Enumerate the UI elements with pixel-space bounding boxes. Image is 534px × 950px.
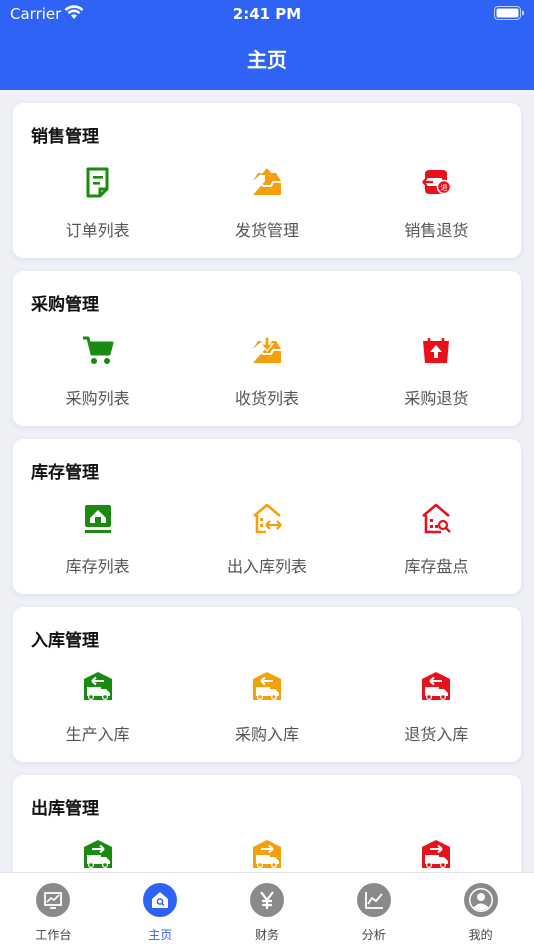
section-items: 采购列表 收货列表 采购退货 (13, 333, 521, 418)
tab-bar: 工作台 主页 财务 分析 我的 (0, 872, 534, 950)
truck-out-icon (419, 837, 453, 871)
shipping-tray-icon (250, 165, 284, 199)
tab-workbench[interactable]: 工作台 (0, 873, 107, 950)
menu-item-label: 退货入库 (404, 725, 469, 744)
truck-out-icon (250, 837, 284, 871)
menu-item-label: 库存盘点 (404, 557, 469, 576)
profile-icon (463, 883, 498, 917)
tab-label: 财务 (254, 928, 279, 942)
section-items (13, 837, 521, 872)
truck-in-icon (250, 669, 284, 703)
menu-item-label: 订单列表 (65, 221, 130, 240)
battery-icon (494, 6, 524, 20)
app-root: Carrier 2:41 PM 主页 销售管理订单列表 发货管理 退销售退货采购管理… (0, 0, 534, 950)
section-items: 订单列表 发货管理 退销售退货 (13, 165, 521, 250)
menu-item[interactable] (352, 837, 521, 872)
menu-item[interactable] (13, 837, 182, 872)
section-items: 库存列表 出入库列表 库存盘点 (13, 501, 521, 586)
home-icon (143, 883, 178, 917)
page-title: 主页 (247, 48, 287, 72)
warehouse-transfer-icon (250, 501, 284, 535)
truck-in-icon (81, 669, 115, 703)
menu-item[interactable]: 发货管理 (182, 165, 351, 250)
order-list-icon (81, 165, 115, 199)
menu-item[interactable]: 采购入库 (182, 669, 351, 754)
section-card: 库存管理库存列表 出入库列表 库存盘点 (13, 439, 521, 594)
menu-item-label: 收货列表 (234, 389, 299, 408)
menu-item-label: 出入库列表 (226, 557, 307, 576)
warehouse-list-icon (81, 501, 115, 535)
section-items: 生产入库 采购入库 退货入库 (13, 669, 521, 754)
menu-item-label: 发货管理 (234, 221, 299, 240)
menu-item[interactable]: 收货列表 (182, 333, 351, 418)
menu-item[interactable]: 退货入库 (352, 669, 521, 754)
menu-item[interactable]: 退销售退货 (352, 165, 521, 250)
menu-item-label: 采购列表 (65, 389, 130, 408)
analysis-chart-icon (356, 883, 391, 917)
status-bar: Carrier 2:41 PM (0, 0, 534, 28)
menu-item[interactable]: 出入库列表 (182, 501, 351, 586)
menu-item-label: 库存列表 (65, 557, 130, 576)
main-content[interactable]: 销售管理订单列表 发货管理 退销售退货采购管理采购列表 收货列表 采购退货库存管理库存列… (0, 90, 534, 872)
truck-out-icon (81, 837, 115, 871)
receive-tray-icon (250, 333, 284, 367)
menu-item-label: 销售退货 (404, 221, 469, 240)
inventory-check-icon (419, 501, 453, 535)
menu-item-label: 生产入库 (65, 725, 130, 744)
tab-home[interactable]: 主页 (107, 873, 214, 950)
tab-profile[interactable]: 我的 (427, 873, 534, 950)
menu-item[interactable] (182, 837, 351, 872)
section-card: 出库管理 (13, 775, 521, 872)
menu-item-label: 采购退货 (404, 389, 469, 408)
section-card: 销售管理订单列表 发货管理 退销售退货 (13, 103, 521, 258)
menu-item[interactable]: 库存盘点 (352, 501, 521, 586)
sales-return-icon: 退 (419, 165, 453, 199)
menu-item[interactable]: 采购退货 (352, 333, 521, 418)
workbench-icon (36, 883, 71, 917)
section-title: 采购管理 (31, 295, 99, 315)
tab-analysis-chart[interactable]: 分析 (320, 873, 427, 950)
tab-label: 工作台 (35, 928, 72, 942)
section-card: 采购管理采购列表 收货列表 采购退货 (13, 271, 521, 426)
status-time: 2:41 PM (232, 5, 302, 23)
section-card: 入库管理生产入库 采购入库 退货入库 (13, 607, 521, 762)
section-title: 入库管理 (31, 631, 99, 651)
tab-label: 分析 (361, 928, 386, 942)
section-title: 销售管理 (31, 127, 99, 147)
menu-item[interactable]: 采购列表 (13, 333, 182, 418)
menu-item[interactable]: 生产入库 (13, 669, 182, 754)
menu-item[interactable]: 库存列表 (13, 501, 182, 586)
menu-item[interactable]: 订单列表 (13, 165, 182, 250)
menu-item-label: 采购入库 (234, 725, 299, 744)
tab-label: 我的 (468, 928, 493, 942)
truck-in-icon (419, 669, 453, 703)
section-title: 库存管理 (31, 463, 99, 483)
shopping-cart-icon (81, 333, 115, 367)
section-title: 出库管理 (31, 799, 99, 819)
purchase-return-icon (419, 333, 453, 367)
tab-yen[interactable]: 财务 (214, 873, 321, 950)
yen-icon (249, 883, 284, 917)
svg-text:退: 退 (441, 183, 448, 192)
tab-label: 主页 (148, 928, 173, 942)
header-bar: Carrier 2:41 PM 主页 (0, 0, 534, 90)
